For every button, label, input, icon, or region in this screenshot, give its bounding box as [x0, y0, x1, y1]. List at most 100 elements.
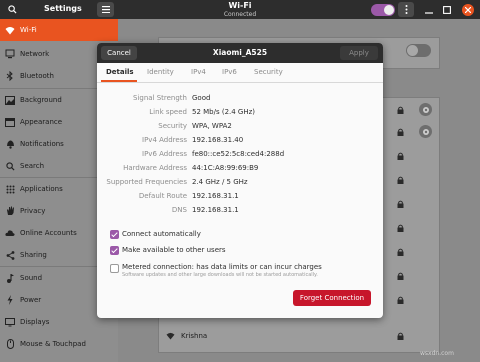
- header-bar: Settings Wi-Fi Connected: [0, 0, 480, 19]
- hamburger-icon: [101, 6, 110, 13]
- close-button[interactable]: [462, 4, 474, 16]
- page-title: Wi-Fi: [228, 1, 252, 10]
- bluetooth-icon: [5, 71, 15, 81]
- detail-key: Hardware Address: [123, 164, 187, 172]
- hand-icon: [5, 206, 15, 216]
- detail-key: Supported Frequencies: [106, 178, 187, 186]
- page-title-block: Wi-Fi Connected: [180, 1, 300, 19]
- wifi-toggle[interactable]: [371, 4, 395, 16]
- share-icon: [5, 250, 15, 260]
- sidebar-item-wifi[interactable]: Wi-Fi: [0, 19, 118, 41]
- tab-ipv4[interactable]: IPv4: [191, 68, 206, 76]
- music-note-icon: [5, 273, 15, 283]
- detail-row: Security WPA, WPA2: [97, 122, 383, 134]
- sidebar-item-label: Wi-Fi: [20, 26, 37, 34]
- close-icon: [465, 7, 471, 13]
- app-title: Settings: [44, 4, 82, 13]
- detail-key: Default Route: [138, 192, 187, 200]
- lock-icon: [397, 128, 404, 136]
- sidebar-item-label: Search: [20, 162, 45, 170]
- maximize-button[interactable]: [442, 5, 452, 15]
- sidebar-item-label: Bluetooth: [20, 72, 54, 80]
- network-name: Krishna: [181, 332, 208, 340]
- detail-value: 192.168.31.40: [192, 136, 244, 144]
- detail-row: IPv6 Address fe80::ce52:5c8:ced4:288d: [97, 150, 383, 162]
- apps-icon: [5, 184, 15, 194]
- detail-row: Signal Strength Good: [97, 94, 383, 106]
- tab-details[interactable]: Details: [106, 68, 134, 76]
- lock-icon: [397, 176, 404, 184]
- detail-key: DNS: [171, 206, 187, 214]
- sidebar-item-label: Appearance: [20, 118, 63, 126]
- sidebar-item-label: Displays: [20, 318, 50, 326]
- background-icon: [5, 95, 15, 105]
- sidebar-item-label: Applications: [20, 185, 63, 193]
- forget-connection-button[interactable]: Forget Connection: [293, 290, 371, 306]
- appearance-icon: [5, 117, 15, 127]
- dialog-header: Cancel Xiaomi_A525 Apply: [97, 43, 383, 63]
- detail-row: DNS 192.168.31.1: [97, 206, 383, 218]
- more-options-button[interactable]: [398, 2, 414, 17]
- sidebar-item-label: Network: [20, 50, 50, 58]
- network-settings-button[interactable]: [419, 125, 432, 138]
- connect-automatically-checkbox[interactable]: [110, 230, 119, 239]
- apply-button[interactable]: Apply: [340, 46, 378, 60]
- details-panel: Signal Strength Good Link speed 52 Mb/s (2…: [97, 84, 383, 318]
- metered-connection-sublabel: Software updates and other large downloa…: [122, 272, 318, 278]
- menu-button[interactable]: [97, 2, 114, 17]
- cloud-icon: [5, 228, 15, 238]
- network-icon: [5, 49, 15, 59]
- network-settings-button[interactable]: [419, 103, 432, 116]
- sidebar-item-label: Background: [20, 96, 62, 104]
- bell-icon: [5, 139, 15, 149]
- sidebar-item-label: Mouse & Touchpad: [20, 340, 86, 348]
- lock-icon: [397, 200, 404, 208]
- kebab-icon: [405, 5, 407, 14]
- sidebar-item-label: Sharing: [20, 251, 47, 259]
- search-button[interactable]: [4, 2, 20, 17]
- tab-security[interactable]: Security: [254, 68, 283, 76]
- detail-value: 44:1C:A8:99:69:B9: [192, 164, 259, 172]
- detail-value: 2.4 GHz / 5 GHz: [192, 178, 248, 186]
- network-details-dialog: Cancel Xiaomi_A525 Apply Details Identit…: [97, 43, 383, 318]
- sidebar-item-label: Privacy: [20, 207, 46, 215]
- lock-icon: [397, 248, 404, 256]
- gear-icon: [422, 106, 429, 113]
- detail-key: Signal Strength: [132, 94, 187, 102]
- detail-value: Good: [192, 94, 211, 102]
- sidebar-item-mouse-touchpad[interactable]: Mouse & Touchpad: [0, 333, 118, 355]
- detail-value: 192.168.31.1: [192, 192, 239, 200]
- metered-connection-label: Metered connection: has data limits or c…: [122, 263, 322, 271]
- detail-row: IPv4 Address 192.168.31.40: [97, 136, 383, 148]
- airplane-mode-toggle[interactable]: [406, 44, 431, 57]
- detail-row: Link speed 52 Mb/s (2.4 GHz): [97, 108, 383, 120]
- dialog-tabs: Details Identity IPv4 IPv6 Security: [97, 63, 383, 83]
- lock-icon: [397, 106, 404, 114]
- active-tab-indicator: [101, 80, 137, 82]
- page-subtitle: Connected: [223, 11, 257, 18]
- search-icon: [5, 161, 15, 171]
- detail-key: Security: [158, 122, 187, 130]
- lock-icon: [397, 296, 404, 304]
- available-to-others-checkbox[interactable]: [110, 246, 119, 255]
- minimize-button[interactable]: [424, 5, 434, 15]
- wifi-signal-icon: [166, 332, 175, 340]
- watermark: wsxdn.com: [420, 350, 454, 357]
- tab-ipv6[interactable]: IPv6: [222, 68, 237, 76]
- detail-value: fe80::ce52:5c8:ced4:288d: [192, 150, 285, 158]
- sidebar-item-label: Power: [20, 296, 42, 304]
- power-icon: [5, 295, 15, 305]
- tab-identity[interactable]: Identity: [147, 68, 174, 76]
- network-row-krishna[interactable]: Krishna: [158, 325, 416, 347]
- maximize-icon: [443, 6, 451, 14]
- detail-key: IPv4 Address: [142, 136, 187, 144]
- connect-automatically-label: Connect automatically: [122, 230, 201, 238]
- detail-key: Link speed: [149, 108, 187, 116]
- sidebar-item-label: Online Accounts: [20, 229, 77, 237]
- sidebar-item-label: Notifications: [20, 140, 64, 148]
- search-icon: [7, 5, 17, 14]
- metered-connection-checkbox[interactable]: [110, 264, 119, 273]
- mouse-icon: [5, 339, 15, 349]
- wifi-icon: [5, 25, 15, 35]
- detail-value: 192.168.31.1: [192, 206, 239, 214]
